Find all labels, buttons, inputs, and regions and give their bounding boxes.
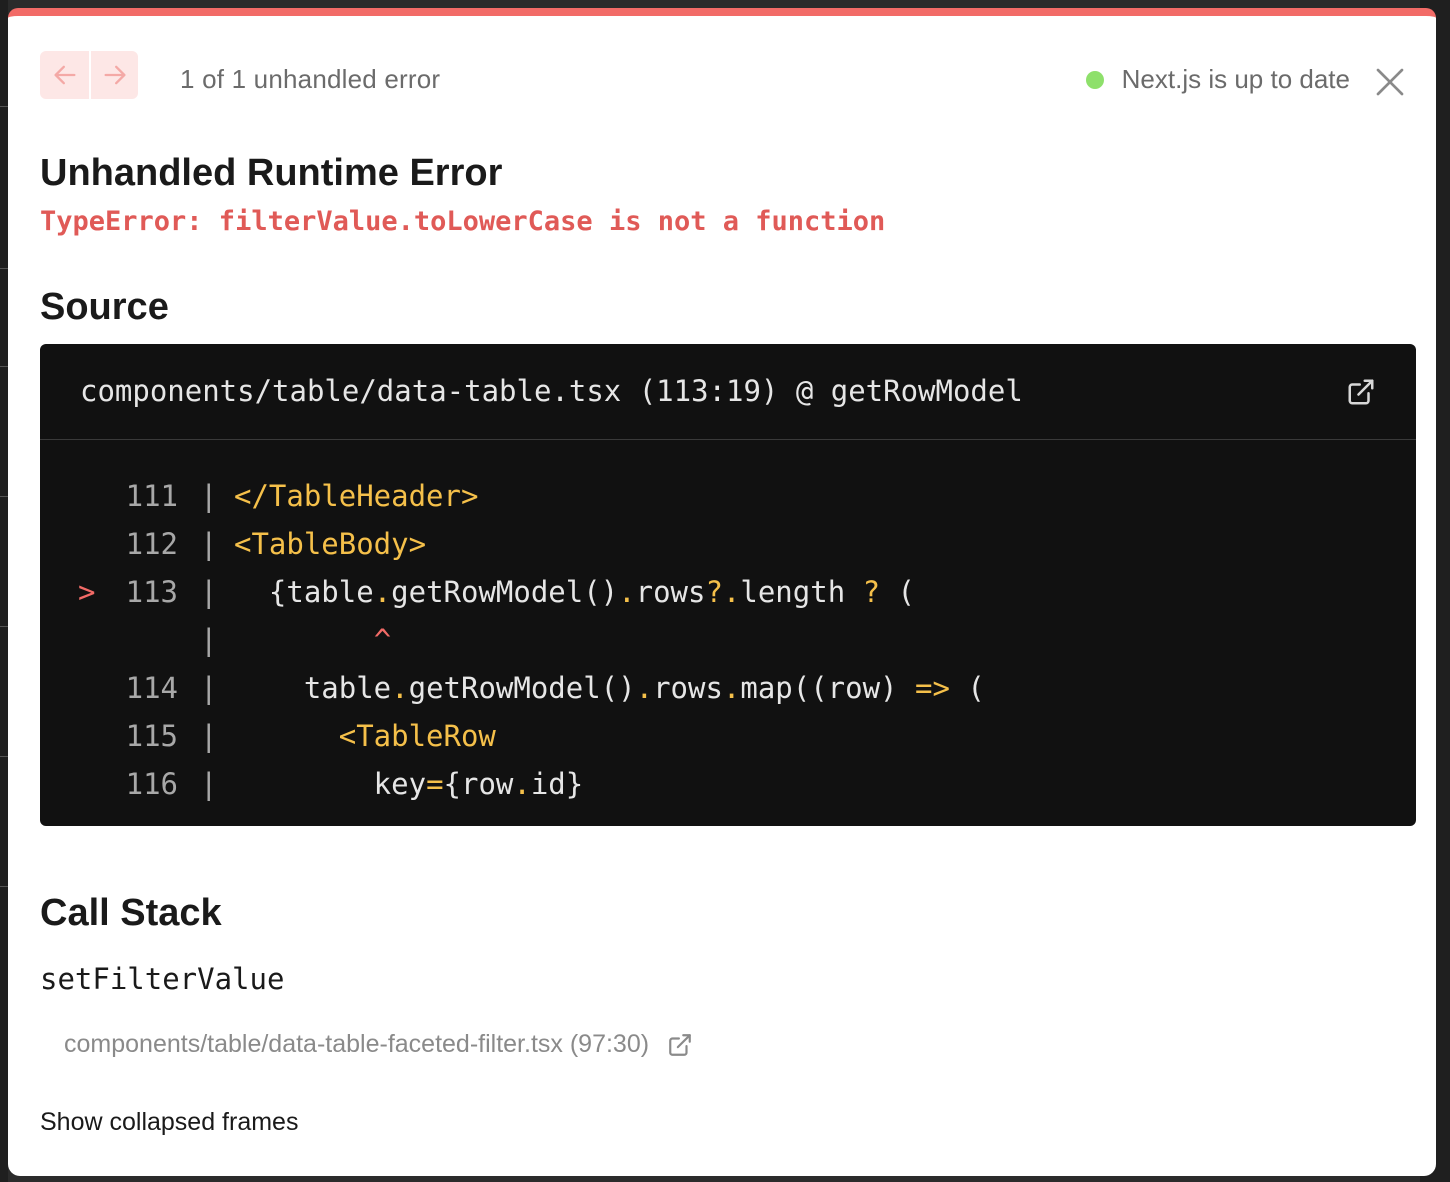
code-lines: 111 | </TableHeader> 112 | <TableBody> >113 | {… (40, 472, 1416, 808)
close-icon[interactable] (1374, 66, 1406, 98)
gutter-separator: | (200, 527, 218, 561)
status-dot-icon (1085, 70, 1104, 89)
gutter-separator: | (200, 671, 218, 705)
call-stack-heading: Call Stack (40, 892, 222, 934)
error-message: TypeError: filterValue.toLowerCase is no… (40, 206, 886, 237)
code-line: 115 | <TableRow (40, 712, 1416, 760)
gutter-separator: | (200, 479, 218, 513)
source-heading: Source (40, 286, 169, 328)
code-line: 116 | key={row.id} (40, 760, 1416, 808)
code-line: 112 | <TableBody> (40, 520, 1416, 568)
show-collapsed-frames-button[interactable]: Show collapsed frames (40, 1108, 298, 1137)
code-text: </TableHeader> (234, 479, 479, 513)
code-text: {table.getRowModel().rows?.length ? ( (234, 575, 915, 609)
error-count: 1 of 1 unhandled error (180, 64, 441, 94)
source-file-location[interactable]: components/table/data-table.tsx (113:19)… (80, 374, 1023, 408)
external-link-icon (669, 1033, 691, 1056)
stack-frame-location-text: components/table/data-table-faceted-filt… (64, 1030, 650, 1058)
code-line: | ^ (40, 616, 1416, 664)
line-number: 111 (125, 479, 178, 513)
source-code-frame: components/table/data-table.tsx (113:19)… (40, 344, 1416, 826)
error-pagination (40, 51, 138, 99)
code-text: table.getRowModel().rows.map((row) => ( (234, 671, 985, 705)
line-number: 113 (125, 575, 178, 609)
code-line: 111 | </TableHeader> (40, 472, 1416, 520)
code-text: ^ (373, 623, 392, 657)
code-line: >113 | {table.getRowModel().rows?.length … (40, 568, 1416, 616)
code-line: 114 | table.getRowModel().rows.map((row) … (40, 664, 1416, 712)
version-status-text: Next.js is up to date (1121, 64, 1350, 94)
stack-frame-location[interactable]: components/table/data-table-faceted-filt… (64, 1030, 693, 1059)
gutter-separator: | (200, 623, 218, 657)
gutter-separator: | (200, 767, 218, 801)
backdrop-left (0, 0, 8, 1182)
version-status: Next.js is up to date (1085, 64, 1350, 95)
line-number: 112 (125, 527, 178, 561)
code-text: <TableRow (234, 719, 496, 753)
arrow-left-icon (54, 65, 76, 85)
line-number: 115 (125, 719, 178, 753)
next-error-button[interactable] (89, 51, 138, 99)
previous-error-button[interactable] (40, 51, 89, 99)
error-title: Unhandled Runtime Error (40, 152, 503, 194)
arrow-right-icon (104, 65, 126, 85)
overlay-toolbar: 1 of 1 unhandled error Next.js is up to … (8, 16, 1436, 142)
line-number: 114 (125, 671, 178, 705)
code-text: <TableBody> (234, 527, 427, 561)
gutter-separator: | (200, 719, 218, 753)
code-frame-header: components/table/data-table.tsx (113:19)… (40, 344, 1416, 440)
gutter-separator: | (200, 575, 218, 609)
line-number: 116 (125, 767, 178, 801)
external-link-icon[interactable] (1346, 377, 1376, 407)
code-text: key={row.id} (234, 767, 584, 801)
stack-frame-function: setFilterValue (40, 962, 285, 996)
error-overlay: 1 of 1 unhandled error Next.js is up to … (8, 8, 1436, 1176)
error-line-marker: > (78, 575, 96, 609)
